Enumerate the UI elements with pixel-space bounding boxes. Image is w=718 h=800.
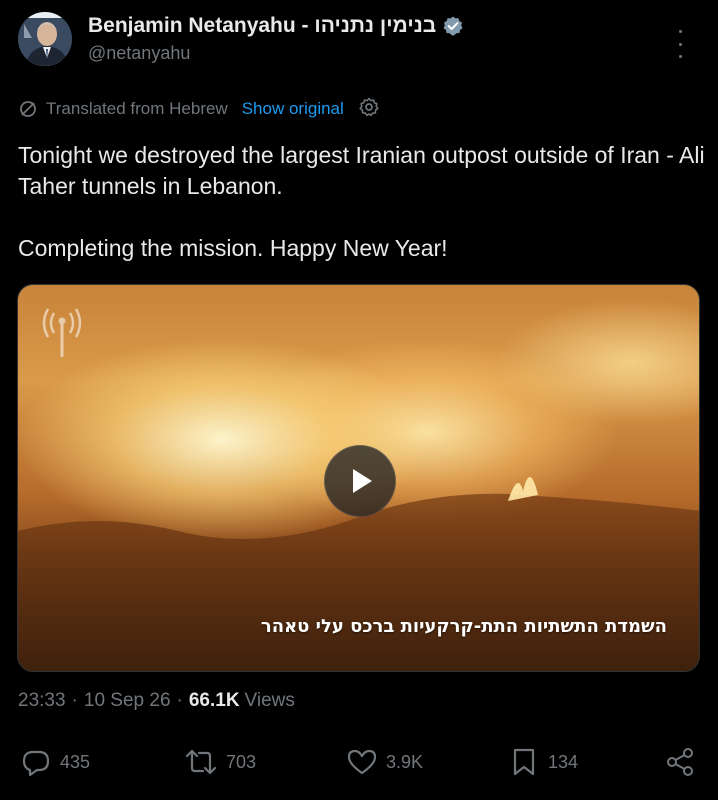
verified-badge-icon[interactable] <box>442 15 464 37</box>
post-date[interactable]: 10 Sep 26 <box>84 690 171 712</box>
author-names: Benjamin Netanyahu - בנימין נתניהו @neta… <box>88 14 464 64</box>
show-original-link[interactable]: Show original <box>242 99 344 119</box>
bookmark-icon <box>513 748 535 776</box>
views-count[interactable]: 66.1K <box>189 690 240 712</box>
post-text-paragraph-2: Completing the mission. Happy New Year! <box>18 235 448 261</box>
author-name-row: Benjamin Netanyahu - בנימין נתניהו <box>88 14 464 38</box>
translation-settings-icon[interactable] <box>358 96 380 123</box>
share-icon <box>667 748 693 776</box>
bookmark-count: 134 <box>548 751 579 772</box>
translation-label: Translated from Hebrew <box>46 99 228 118</box>
post-time[interactable]: 23:33 <box>18 690 66 712</box>
post-text: Tonight we destroyed the largest Iranian… <box>18 140 708 264</box>
share-button[interactable] <box>664 740 696 784</box>
translate-icon <box>20 101 36 117</box>
post-meta: 23:33 · 10 Sep 26 · 66.1K Views <box>18 690 295 712</box>
post-header: Benjamin Netanyahu - בנימין נתניהו @neta… <box>18 12 700 72</box>
reply-count: 435 <box>60 751 91 772</box>
views-label: Views <box>244 690 295 711</box>
action-bar: 435 703 3.9K 134 <box>0 740 718 784</box>
author-display-name[interactable]: Benjamin Netanyahu - בנימין נתניהו <box>88 14 436 38</box>
author-handle[interactable]: @netanyahu <box>88 43 464 64</box>
reply-icon <box>22 750 50 777</box>
more-options-icon[interactable] <box>668 30 692 58</box>
heart-icon <box>347 749 377 775</box>
like-count: 3.9K <box>386 751 424 772</box>
play-icon <box>353 469 372 493</box>
play-button[interactable] <box>324 445 396 517</box>
reply-button[interactable]: 435 <box>20 740 90 784</box>
post-text-paragraph-1: Tonight we destroyed the largest Iranian… <box>18 142 705 199</box>
idf-watermark-icon <box>42 308 82 357</box>
translation-bar: Translated from Hebrew Show original <box>18 96 380 122</box>
avatar[interactable] <box>18 12 72 66</box>
like-button[interactable]: 3.9K <box>346 740 423 784</box>
video-caption: השמדת התשתיות התת-קרקעיות ברכס עלי טאהר <box>260 616 667 637</box>
meta-separator: · <box>71 690 78 711</box>
avatar-image <box>18 12 72 66</box>
bookmark-button[interactable]: 134 <box>508 740 578 784</box>
video-player[interactable]: השמדת התשתיות התת-קרקעיות ברכס עלי טאהר <box>17 284 700 672</box>
repost-button[interactable]: 703 <box>184 740 256 784</box>
post-view: Benjamin Netanyahu - בנימין נתניהו @neta… <box>0 0 718 800</box>
meta-separator: · <box>176 690 183 711</box>
repost-icon <box>185 749 217 775</box>
repost-count: 703 <box>226 751 257 772</box>
